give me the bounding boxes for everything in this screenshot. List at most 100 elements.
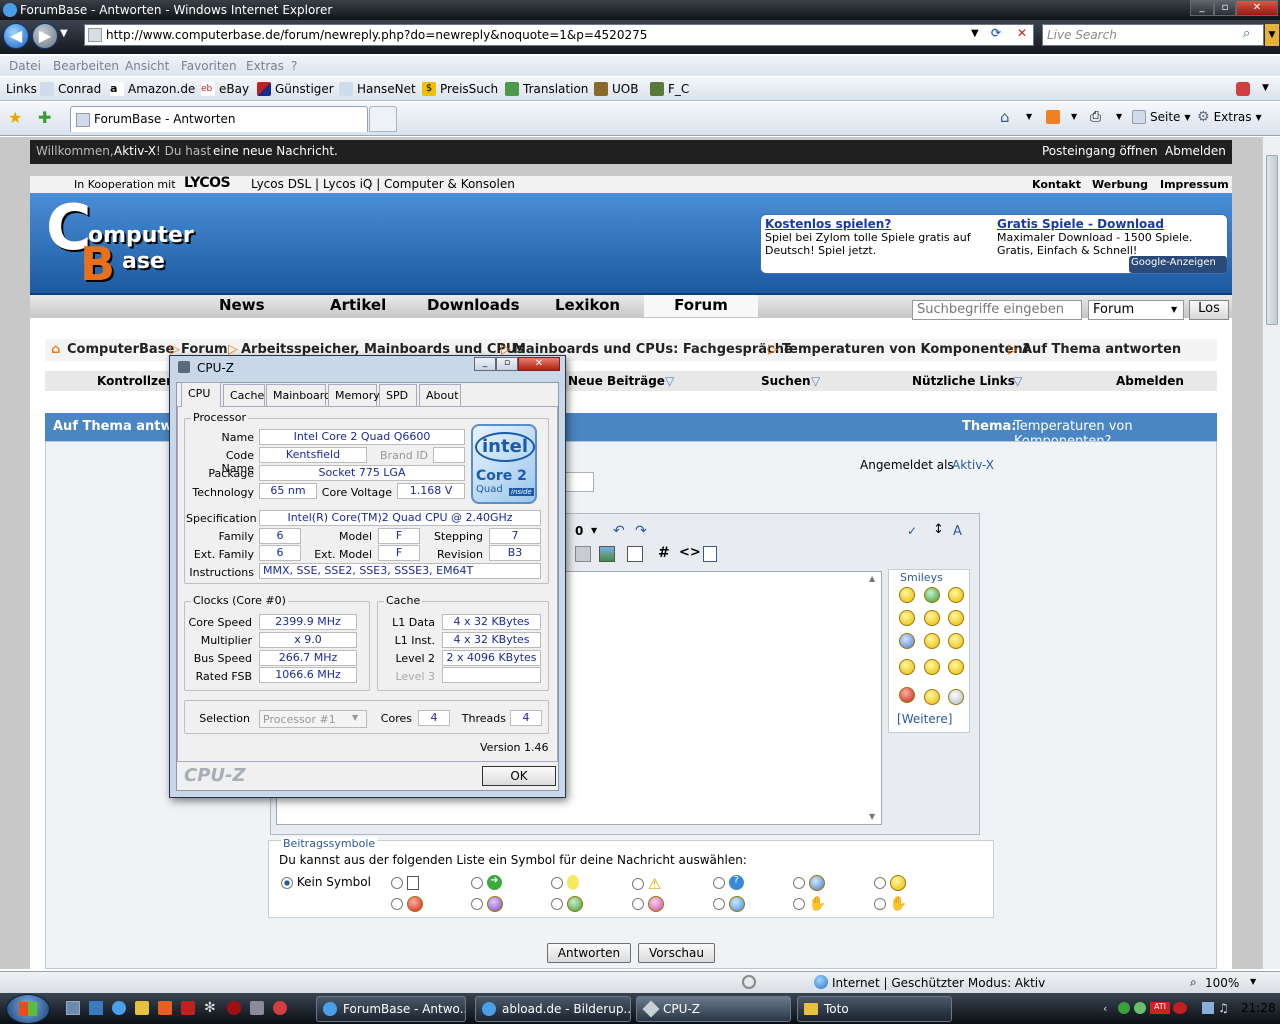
quote-icon[interactable] (627, 546, 643, 562)
tongue-icon[interactable] (899, 610, 915, 626)
scroll-down-icon[interactable]: ▼ (869, 812, 875, 821)
security-zone[interactable]: Internet | Geschützter Modus: Aktiv (832, 976, 1045, 990)
menu-help[interactable]: ? (291, 59, 297, 73)
addon-icon[interactable] (1236, 82, 1250, 96)
sad-icon[interactable] (899, 633, 915, 649)
extra-quicklaunch-icon[interactable] (273, 1001, 287, 1015)
welcome-user[interactable]: Aktiv-X (114, 144, 156, 158)
post-icon-sad[interactable] (471, 896, 503, 912)
insert-image-icon[interactable] (599, 546, 615, 562)
favorites-star-icon[interactable]: ★ (8, 108, 22, 127)
link-ebay[interactable]: eb eBay (201, 82, 249, 96)
live-search-input[interactable]: Live Search ⌕ (1042, 24, 1264, 46)
cpuz-tab-cpu[interactable]: CPU (181, 382, 221, 407)
cpuz-tab-about[interactable]: About (419, 384, 461, 406)
menu-view[interactable]: Ansicht (125, 59, 169, 73)
clock[interactable]: 21:28 (1241, 1001, 1276, 1015)
print-icon[interactable]: ⎙ (1090, 109, 1101, 125)
tab-forumbase[interactable]: ForumBase - Antworten (70, 106, 368, 132)
post-icon-grin[interactable] (551, 896, 583, 912)
menu-favorites[interactable]: Favoriten (181, 59, 237, 73)
confused-icon[interactable] (924, 610, 940, 626)
radio[interactable] (874, 877, 886, 889)
cool-icon[interactable] (948, 610, 964, 626)
cpuz-tab-spd[interactable]: SPD (379, 384, 417, 406)
radio-selected[interactable] (281, 876, 293, 889)
wink-icon[interactable] (948, 587, 964, 603)
media-quicklaunch-icon[interactable] (158, 1001, 172, 1015)
post-icon-wink[interactable] (713, 896, 745, 912)
settings-quicklaunch-icon[interactable]: ✻ (204, 1000, 216, 1016)
game-quicklaunch-icon[interactable] (227, 1001, 241, 1015)
more-smileys-link[interactable]: [Weitere] (897, 712, 952, 726)
radio[interactable] (713, 876, 725, 889)
nav-downloads[interactable]: Downloads (427, 296, 520, 314)
search-options-icon[interactable]: ▼ (1265, 24, 1279, 46)
zoom-level[interactable]: 100% (1205, 976, 1239, 990)
new-tab-button[interactable] (369, 106, 397, 132)
close-button[interactable]: ✕ (1236, 0, 1278, 16)
undo-icon[interactable]: ↶ (613, 523, 625, 539)
font-size-icon[interactable]: A (953, 524, 962, 539)
no-icon-option[interactable]: Kein Symbol (281, 875, 371, 889)
switch-windows-icon[interactable] (89, 1001, 103, 1015)
nav-articles[interactable]: Artikel (330, 296, 386, 314)
insert-attachment-icon[interactable] (575, 546, 591, 562)
radio[interactable] (713, 898, 725, 910)
ghost-icon[interactable] (948, 689, 964, 705)
scroll-up-icon[interactable]: ▲ (869, 574, 875, 583)
radio[interactable] (471, 898, 483, 910)
home-icon[interactable]: ⌂ (1000, 108, 1010, 126)
post-icon-tongue[interactable] (632, 896, 664, 912)
feeds-dropdown-icon[interactable]: ▼ (1071, 112, 1077, 121)
post-icon-question[interactable]: ? (713, 875, 744, 890)
rolleyes-icon[interactable] (924, 659, 940, 675)
radio[interactable] (551, 876, 563, 889)
attach-icon[interactable]: 0 (575, 524, 583, 538)
post-icon-smile[interactable] (874, 875, 906, 891)
code-icon[interactable]: <> (679, 545, 701, 560)
radio[interactable] (391, 898, 403, 910)
back-button[interactable]: ◀ (3, 23, 29, 49)
chevron-down-icon[interactable]: ▼ (591, 526, 597, 535)
tools-menu[interactable]: ⚙ Extras ▼ (1197, 109, 1262, 125)
biggrin-icon[interactable] (899, 659, 915, 675)
frown-icon[interactable] (948, 633, 964, 649)
post-icon-document[interactable] (391, 875, 419, 890)
logout-link[interactable]: Abmelden (1165, 144, 1226, 158)
cpuz-ok-button[interactable]: OK (482, 766, 556, 786)
post-icon-lightbulb[interactable] (551, 875, 579, 890)
subnav-logout[interactable]: Abmelden (1116, 374, 1184, 388)
zoom-dropdown-icon[interactable]: ▼ (1250, 977, 1256, 986)
menu-file[interactable]: Datei (9, 59, 41, 73)
inbox-link[interactable]: Posteingang öffnen (1042, 144, 1158, 158)
logged-in-user[interactable]: Aktiv-X (952, 458, 994, 472)
search-go-button[interactable]: Los (1189, 300, 1229, 320)
tray-network-icon[interactable] (1118, 1002, 1130, 1014)
nav-lexicon[interactable]: Lexikon (555, 296, 620, 314)
tool-quicklaunch-icon[interactable] (250, 1001, 264, 1015)
radio[interactable] (471, 876, 483, 889)
smile-icon[interactable] (899, 587, 915, 603)
radio[interactable] (632, 898, 644, 910)
tray-ati-icon[interactable]: ATI (1150, 1002, 1170, 1014)
grin-icon[interactable] (924, 587, 940, 603)
submit-reply-button[interactable]: Antworten (547, 943, 631, 963)
tray-expand-icon[interactable]: ‹ (1103, 1002, 1107, 1015)
imprint-link[interactable]: Impressum (1160, 178, 1229, 191)
taskbar-button-toto[interactable]: Toto (797, 996, 952, 1022)
cpuz-tab-mainboard[interactable]: Mainboard (266, 384, 331, 406)
link-fc[interactable]: F_C (650, 82, 689, 96)
link-guenstiger[interactable]: Günstiger (257, 82, 334, 96)
address-bar[interactable]: http://www.computerbase.de/forum/newrepl… (84, 24, 1034, 46)
search-icon[interactable]: ⌕ (1243, 26, 1250, 41)
crumb-thread[interactable]: Temperaturen von Komponenten? (782, 342, 1030, 357)
scrollbar-thumb[interactable] (1266, 155, 1278, 325)
post-icon-cool[interactable] (793, 875, 825, 891)
stop-icon[interactable]: ✕ (1012, 26, 1032, 44)
subnav-new-posts[interactable]: Neue Beiträge (568, 374, 665, 388)
nav-forum[interactable]: Forum (644, 295, 758, 317)
radio[interactable] (391, 876, 403, 889)
coop-links[interactable]: Lycos DSL | Lycos iQ | Computer & Konsol… (251, 177, 515, 191)
cpuz-close-button[interactable]: ✕ (518, 357, 560, 371)
